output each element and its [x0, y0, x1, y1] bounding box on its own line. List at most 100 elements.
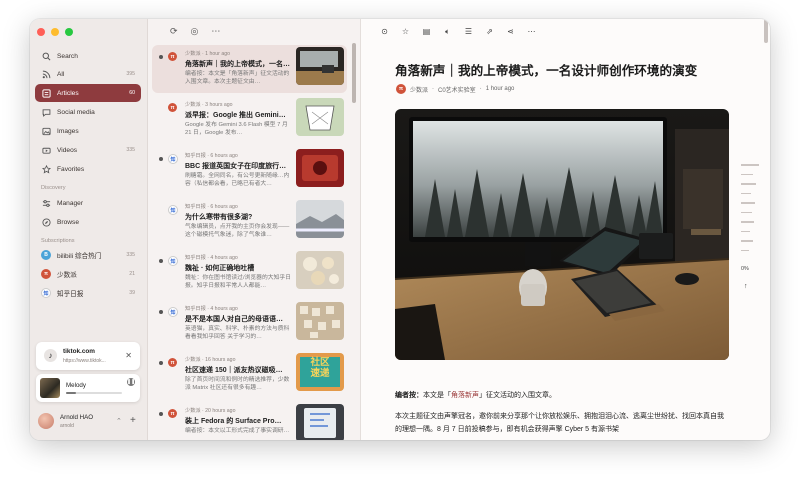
list-item[interactable]: π 少数派 · 1 hour ago 角落新声｜我的上帝模式，一名… 编者按：本文是「… [152, 45, 347, 93]
article-hero-image [395, 109, 729, 360]
track-progress[interactable] [66, 392, 122, 394]
notification-title: tiktok.com [63, 348, 95, 355]
nav-label: Search [57, 52, 78, 60]
nav-articles[interactable]: Articles 60 [35, 84, 141, 102]
sidebar: Search All 395 Articles 60 Social media … [30, 19, 148, 440]
sspai-favicon-icon: π [168, 52, 177, 61]
open-external-icon[interactable]: ⇗ [485, 27, 494, 37]
nav-label: Social media [57, 108, 95, 116]
list-item[interactable]: π 少数派 · 20 hours ago 装上 Fedora 的 Surface P… [152, 402, 347, 440]
nav-label: Browse [57, 218, 79, 226]
subscriptions-heading: Subscriptions [41, 238, 75, 244]
item-thumbnail [296, 98, 344, 136]
star-icon[interactable]: ☆ [401, 27, 410, 37]
nav-count: 335 [126, 147, 135, 153]
discovery-heading: Discovery [41, 185, 66, 191]
share-icon[interactable]: ⋖ [506, 27, 515, 37]
album-art [40, 378, 60, 398]
nav-search[interactable]: Search [35, 47, 141, 65]
lead-post: 」征文活动的入围文章。 [479, 392, 556, 399]
item-summary: 编者按：本文是「角落新声」征文活动的入围文章。本次主题征文由… [185, 71, 290, 86]
lead-link[interactable]: 角落新声 [451, 392, 479, 399]
refresh-icon[interactable]: ⟳ [170, 26, 178, 37]
notification-card[interactable]: ♪ tiktok.com https://www.tiktok... ✕ [36, 342, 140, 370]
minimize-window-button[interactable] [51, 28, 59, 36]
star-icon [41, 164, 51, 174]
scroll-top-icon[interactable]: ↑ [744, 283, 748, 290]
article-channel[interactable]: C0艺术实验室 [438, 85, 476, 94]
item-title: 装上 Fedora 的 Surface Pro… [185, 418, 282, 425]
subscription-count: 335 [126, 252, 135, 258]
list-item[interactable]: π 少数派 · 3 hours ago 派早报：Google 推出 Gemini… G… [152, 96, 347, 144]
hide-read-icon[interactable]: ◎ [191, 26, 199, 37]
close-window-button[interactable] [37, 28, 45, 36]
reader-scrollbar[interactable] [764, 19, 768, 43]
typography-icon[interactable]: ☰ [464, 27, 473, 37]
item-source: 知乎日报 · 4 hours ago [185, 306, 238, 312]
window-controls [37, 28, 73, 36]
nav-all[interactable]: All 395 [35, 65, 141, 83]
zhihu-favicon-icon: 知 [168, 256, 178, 266]
article-body: 本次主题征文由声擎冠名，邀你前来分享那个让你放松娱乐、拥抱泪泪心流、逃离尘世纷扰… [395, 413, 724, 433]
nav-videos[interactable]: Videos 335 [35, 141, 141, 159]
nav-favorites[interactable]: Favorites [35, 160, 141, 178]
close-icon[interactable]: ✕ [125, 351, 132, 360]
item-source: 少数派 · 3 hours ago [185, 102, 233, 108]
table-of-contents[interactable] [741, 164, 759, 259]
list-item[interactable]: 知 知乎日报 · 4 hours ago 魏祉 · 如何正确地吐槽 魏祉：你在图书馆读… [152, 249, 347, 297]
subscription-zhihu-daily[interactable]: 知 知乎日报 39 [35, 284, 141, 302]
item-title: BBC 报道英国女子在印度旅行… [185, 163, 287, 170]
chevron-updown-icon[interactable]: ⌃ [116, 417, 122, 425]
item-source: 知乎日报 · 6 hours ago [185, 153, 238, 159]
nav-label: Videos [57, 146, 78, 154]
add-icon[interactable]: + [130, 415, 136, 426]
lead-label: 编者按： [395, 392, 423, 399]
article-meta: π 少数派 · C0艺术实验室 · 1 hour ago [396, 84, 514, 94]
article-time: 1 hour ago [485, 86, 515, 92]
speaker-icon[interactable]: 🔈︎ [443, 27, 452, 37]
nav-browse[interactable]: Browse [35, 213, 141, 231]
article-list: ⟳ ◎ ⋯ π 少数派 · 1 hour ago 角落新声｜我的上帝模式，一名… 编者… [148, 19, 361, 440]
mark-read-icon[interactable]: ⊙ [380, 27, 389, 37]
sspai-favicon-icon: π [168, 103, 177, 112]
more-icon[interactable]: ⋯ [211, 26, 220, 37]
list-item[interactable]: 知 知乎日报 · 6 hours ago BBC 报道英国女子在印度旅行… 刷糖霜。全… [152, 147, 347, 195]
unread-dot [159, 310, 163, 314]
more-icon[interactable]: ⋯ [527, 27, 536, 37]
nav-label: All [57, 70, 65, 78]
nav-manager[interactable]: Manager [35, 194, 141, 212]
media-player[interactable]: Melody ❚❚ [36, 374, 140, 402]
item-title: 是不是本国人对自己的母语语… [185, 316, 283, 323]
nav-label: Articles [57, 89, 79, 97]
list-item[interactable]: 知 知乎日报 · 4 hours ago 是不是本国人对自己的母语语… 英语猫，真实、… [152, 300, 347, 348]
nav-social-media[interactable]: Social media [35, 103, 141, 121]
list-scrollbar[interactable] [352, 43, 356, 103]
sspai-favicon-icon: π [396, 84, 406, 94]
article-lead: 编者按：本文是「角落新声」征文活动的入围文章。 [395, 390, 556, 400]
track-title: Melody [66, 382, 86, 389]
list-item[interactable]: 知 知乎日报 · 6 hours ago 为什么寒带有很多湖? 气象编辑员，点开我的主… [152, 198, 347, 246]
pause-icon[interactable]: ❚❚ [127, 378, 135, 386]
item-summary: 英语猫，真实、科学、朴素的方法与质科 看看我知乎回答 关于学习的… [185, 326, 290, 341]
item-summary: Google 发布 Gemini 3.6 Flash 模型 7 月 21 日，G… [185, 122, 288, 137]
nav-images[interactable]: Images [35, 122, 141, 140]
zoom-window-button[interactable] [65, 28, 73, 36]
list-item[interactable]: π 少数派 · 16 hours ago 社区速递 150｜派友热议磁吸… 除了首页时… [152, 351, 347, 399]
reader-view-icon[interactable]: ▤ [422, 27, 431, 37]
item-source: 知乎日报 · 6 hours ago [185, 204, 238, 210]
subscription-sspai[interactable]: π 少数派 21 [35, 265, 141, 283]
user-profile[interactable]: Arnold HAO arnold ⌃ + [36, 413, 142, 431]
sspai-favicon-icon: π [168, 409, 177, 418]
user-name: Arnold HAO [60, 414, 94, 421]
zhihu-favicon-icon: 知 [41, 288, 51, 298]
nav-count: 395 [126, 71, 135, 77]
subscription-bilibili[interactable]: B bilibili 综合热门 335 [35, 246, 141, 264]
item-summary: 魏祉：你在图书馆读过/浏览器的大知乎日报。知乎日报和平常人人都能… [185, 275, 291, 290]
article-title: 角落新声｜我的上帝模式，一名设计师创作环境的演变 [395, 64, 698, 78]
user-handle: arnold [60, 423, 74, 429]
article-author[interactable]: 少数派 [410, 85, 428, 94]
unread-dot [159, 361, 163, 365]
app-window: Search All 395 Articles 60 Social media … [30, 19, 770, 440]
nav-label: Favorites [57, 165, 85, 173]
sspai-favicon-icon: π [41, 269, 51, 279]
